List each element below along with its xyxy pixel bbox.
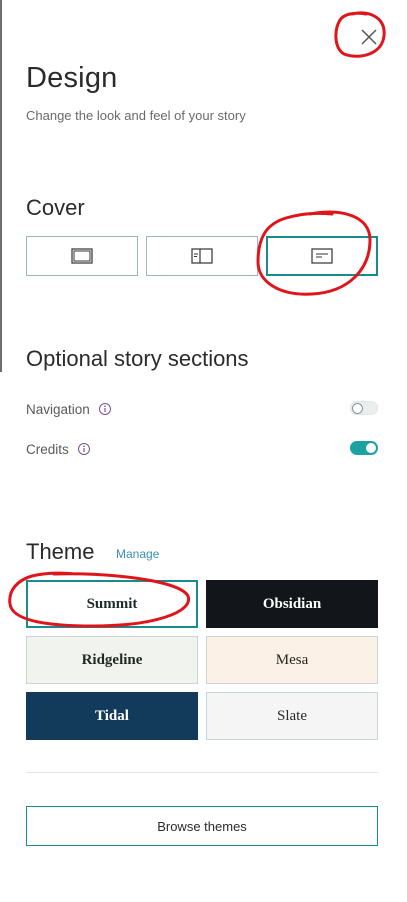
theme-card-slate[interactable]: Slate — [206, 692, 378, 740]
theme-card-obsidian[interactable]: Obsidian — [206, 580, 378, 628]
manage-themes-link[interactable]: Manage — [116, 547, 159, 561]
cover-option-full[interactable] — [26, 236, 138, 276]
cover-section-title: Cover — [26, 195, 85, 220]
page-title: Design — [26, 62, 118, 94]
cover-option-minimal[interactable] — [266, 236, 378, 276]
theme-card-summit[interactable]: Summit — [26, 580, 198, 628]
close-icon — [361, 29, 377, 45]
theme-card-mesa[interactable]: Mesa — [206, 636, 378, 684]
cover-option-split[interactable] — [146, 236, 258, 276]
close-button[interactable] — [354, 22, 384, 52]
browse-themes-button[interactable]: Browse themes — [26, 806, 378, 846]
info-icon[interactable] — [98, 402, 112, 416]
sections-title: Optional story sections — [26, 346, 249, 371]
theme-card-ridgeline[interactable]: Ridgeline — [26, 636, 198, 684]
navigation-toggle[interactable] — [350, 401, 378, 415]
navigation-label: Navigation — [26, 401, 90, 417]
credits-row: Credits — [26, 439, 378, 459]
info-icon[interactable] — [77, 442, 91, 456]
cover-split-icon — [191, 248, 213, 264]
cover-full-icon — [71, 248, 93, 264]
credits-label: Credits — [26, 441, 69, 457]
cover-minimal-icon — [311, 248, 333, 264]
theme-section-title: Theme — [26, 539, 95, 564]
navigation-row: Navigation — [26, 399, 378, 419]
divider — [26, 772, 378, 773]
theme-card-tidal[interactable]: Tidal — [26, 692, 198, 740]
credits-toggle[interactable] — [350, 441, 378, 455]
page-subtitle: Change the look and feel of your story — [26, 108, 246, 123]
panel-left-edge — [0, 0, 2, 372]
